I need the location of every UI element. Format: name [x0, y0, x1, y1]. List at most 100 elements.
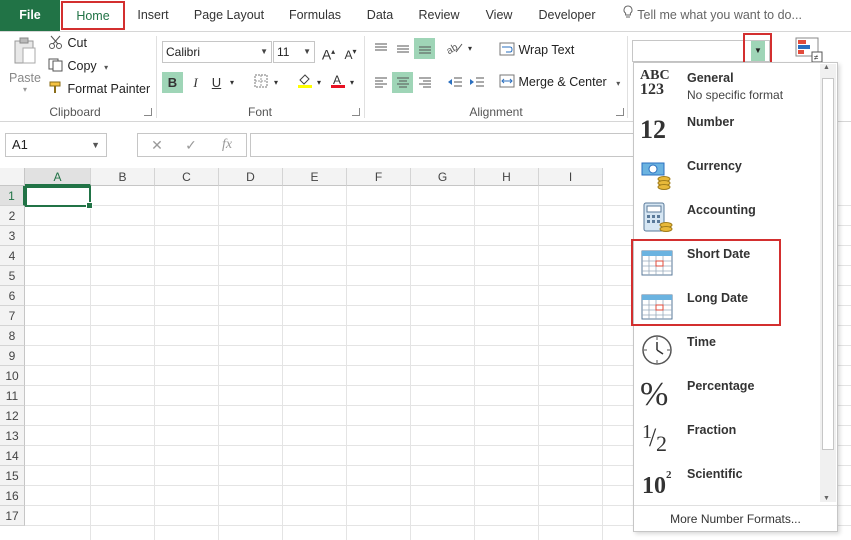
- tab-data[interactable]: Data: [360, 0, 400, 31]
- menu-item-currency[interactable]: Currency: [634, 151, 819, 195]
- more-number-formats-link[interactable]: More Number Formats...: [634, 505, 837, 532]
- font-color-button[interactable]: A: [327, 72, 348, 93]
- tab-page-layout[interactable]: Page Layout: [188, 0, 270, 31]
- decrease-font-size-button[interactable]: A▾: [340, 41, 361, 62]
- borders-dropdown-icon[interactable]: ▾: [270, 72, 282, 93]
- underline-button[interactable]: U: [206, 72, 227, 93]
- menu-item-percentage[interactable]: % Percentage: [634, 371, 819, 415]
- scroll-up-icon[interactable]: ▲: [823, 64, 830, 71]
- row-header[interactable]: 12: [0, 406, 25, 426]
- tab-file[interactable]: File: [0, 0, 60, 31]
- row-header[interactable]: 13: [0, 426, 25, 446]
- merge-center-dropdown-icon[interactable]: ▾: [616, 79, 620, 88]
- active-cell-a1[interactable]: [25, 186, 93, 209]
- font-size-dropdown-icon[interactable]: ▼: [303, 42, 311, 62]
- cancel-icon[interactable]: ✕: [142, 134, 172, 156]
- merge-center-button[interactable]: Merge & Center ▾: [499, 74, 620, 91]
- menu-item-time[interactable]: Time: [634, 327, 819, 371]
- scrollbar-thumb[interactable]: [822, 78, 834, 450]
- column-header[interactable]: B: [91, 168, 155, 186]
- column-header[interactable]: D: [219, 168, 283, 186]
- row-header[interactable]: 2: [0, 206, 25, 226]
- column-header[interactable]: G: [411, 168, 475, 186]
- menu-item-fraction[interactable]: 1 / 2 Fraction: [634, 415, 819, 459]
- row-header[interactable]: 16: [0, 486, 25, 506]
- currency-icon: [640, 157, 676, 191]
- row-header[interactable]: 3: [0, 226, 25, 246]
- insert-function-icon[interactable]: fx: [212, 134, 242, 156]
- paste-dropdown-icon[interactable]: ▾: [8, 85, 42, 94]
- row-header[interactable]: 17: [0, 506, 25, 526]
- orientation-button[interactable]: ab: [444, 38, 465, 59]
- row-header[interactable]: 1: [0, 186, 25, 206]
- tab-formulas[interactable]: Formulas: [282, 0, 348, 31]
- copy-button[interactable]: Copy ▾: [48, 58, 108, 75]
- menu-item-scientific[interactable]: 10 2 Scientific: [634, 459, 819, 503]
- row-header[interactable]: 4: [0, 246, 25, 266]
- font-color-dropdown-icon[interactable]: ▾: [346, 72, 358, 93]
- font-dialog-launcher[interactable]: [352, 108, 360, 116]
- enter-icon[interactable]: ✓: [176, 134, 206, 156]
- menu-item-accounting[interactable]: Accounting: [634, 195, 819, 239]
- row-header[interactable]: 8: [0, 326, 25, 346]
- copy-dropdown-icon[interactable]: ▾: [104, 63, 108, 72]
- column-header[interactable]: A: [25, 168, 91, 186]
- row-header[interactable]: 6: [0, 286, 25, 306]
- tab-insert[interactable]: Insert: [131, 0, 175, 31]
- formula-input[interactable]: [250, 133, 640, 157]
- row-header[interactable]: 15: [0, 466, 25, 486]
- row-header[interactable]: 9: [0, 346, 25, 366]
- scroll-down-icon[interactable]: ▼: [823, 495, 830, 502]
- tell-me-search[interactable]: Tell me what you want to do...: [622, 0, 802, 31]
- tab-review[interactable]: Review: [412, 0, 466, 31]
- wrap-text-button[interactable]: Wrap Text: [499, 42, 574, 59]
- select-all-corner[interactable]: [0, 168, 25, 186]
- row-header[interactable]: 14: [0, 446, 25, 466]
- align-right-button[interactable]: [414, 72, 435, 93]
- align-left-button[interactable]: [370, 72, 391, 93]
- decrease-indent-button[interactable]: [444, 72, 465, 93]
- italic-button[interactable]: I: [185, 72, 206, 93]
- cut-button[interactable]: Cut: [48, 35, 87, 52]
- tab-home[interactable]: Home: [61, 1, 125, 30]
- fill-color-button[interactable]: [294, 72, 315, 93]
- row-header[interactable]: 11: [0, 386, 25, 406]
- format-painter-button[interactable]: Format Painter: [48, 81, 150, 98]
- borders-button[interactable]: [250, 72, 271, 93]
- paste-button[interactable]: Paste ▾: [8, 36, 42, 94]
- underline-dropdown-icon[interactable]: ▾: [226, 72, 238, 93]
- name-box-dropdown-icon[interactable]: ▼: [91, 134, 100, 156]
- tab-developer[interactable]: Developer: [532, 0, 602, 31]
- row-header[interactable]: 5: [0, 266, 25, 286]
- column-header[interactable]: F: [347, 168, 411, 186]
- name-box[interactable]: A1 ▼: [5, 133, 107, 157]
- bottom-align-button[interactable]: [414, 38, 435, 59]
- bold-button[interactable]: B: [162, 72, 183, 93]
- paint-bucket-icon: [297, 73, 313, 95]
- menu-item-general[interactable]: ABC 123 General No specific format: [634, 63, 819, 107]
- menu-item-number[interactable]: 12 Number: [634, 107, 819, 151]
- orientation-dropdown-icon[interactable]: ▾: [464, 38, 476, 59]
- column-header[interactable]: I: [539, 168, 603, 186]
- align-center-button[interactable]: [392, 72, 413, 93]
- alignment-dialog-launcher[interactable]: [616, 108, 624, 116]
- column-header[interactable]: E: [283, 168, 347, 186]
- tab-view[interactable]: View: [478, 0, 520, 31]
- tell-me-text: Tell me what you want to do...: [637, 8, 802, 22]
- middle-align-button[interactable]: [392, 38, 413, 59]
- row-header[interactable]: 7: [0, 306, 25, 326]
- top-align-button[interactable]: [370, 38, 391, 59]
- increase-font-size-button[interactable]: A▴: [318, 41, 339, 63]
- increase-indent-button[interactable]: [466, 72, 487, 93]
- clipboard-dialog-launcher[interactable]: [144, 108, 152, 116]
- column-header[interactable]: C: [155, 168, 219, 186]
- menu-item-label: Time: [687, 335, 716, 349]
- font-name-combo[interactable]: Calibri ▼: [162, 41, 272, 63]
- row-header[interactable]: 10: [0, 366, 25, 386]
- font-name-dropdown-icon[interactable]: ▼: [260, 42, 268, 62]
- fill-color-dropdown-icon[interactable]: ▾: [313, 72, 325, 93]
- menu-scrollbar[interactable]: ▲ ▼: [820, 64, 836, 502]
- font-size-combo[interactable]: 11 ▼: [273, 41, 315, 63]
- column-header[interactable]: H: [475, 168, 539, 186]
- abc-123-icon: ABC 123: [640, 68, 670, 98]
